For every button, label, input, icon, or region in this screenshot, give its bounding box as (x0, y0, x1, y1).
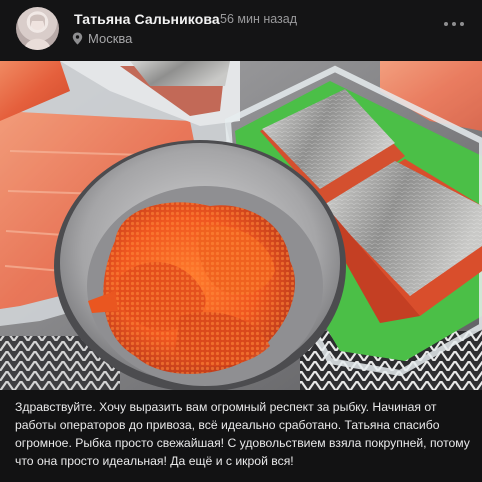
post-caption: Здравствуйте. Хочу выразить вам огромный… (15, 400, 470, 468)
author-name[interactable]: Татьяна Сальникова (74, 11, 220, 27)
avatar[interactable] (16, 7, 59, 50)
post-card: Татьяна Сальникова 56 мин назад Москва З… (0, 0, 482, 482)
location-pin-icon (72, 32, 83, 44)
dot (444, 22, 448, 26)
post-time: 56 мин назад (220, 12, 298, 26)
location-label: Москва (88, 30, 133, 46)
dot (460, 22, 464, 26)
post-header: Татьяна Сальникова 56 мин назад Москва (0, 0, 482, 60)
dot (452, 22, 456, 26)
more-horizontal-icon[interactable] (444, 17, 464, 31)
post-photo[interactable] (0, 61, 482, 390)
post-location[interactable]: Москва (72, 30, 132, 46)
